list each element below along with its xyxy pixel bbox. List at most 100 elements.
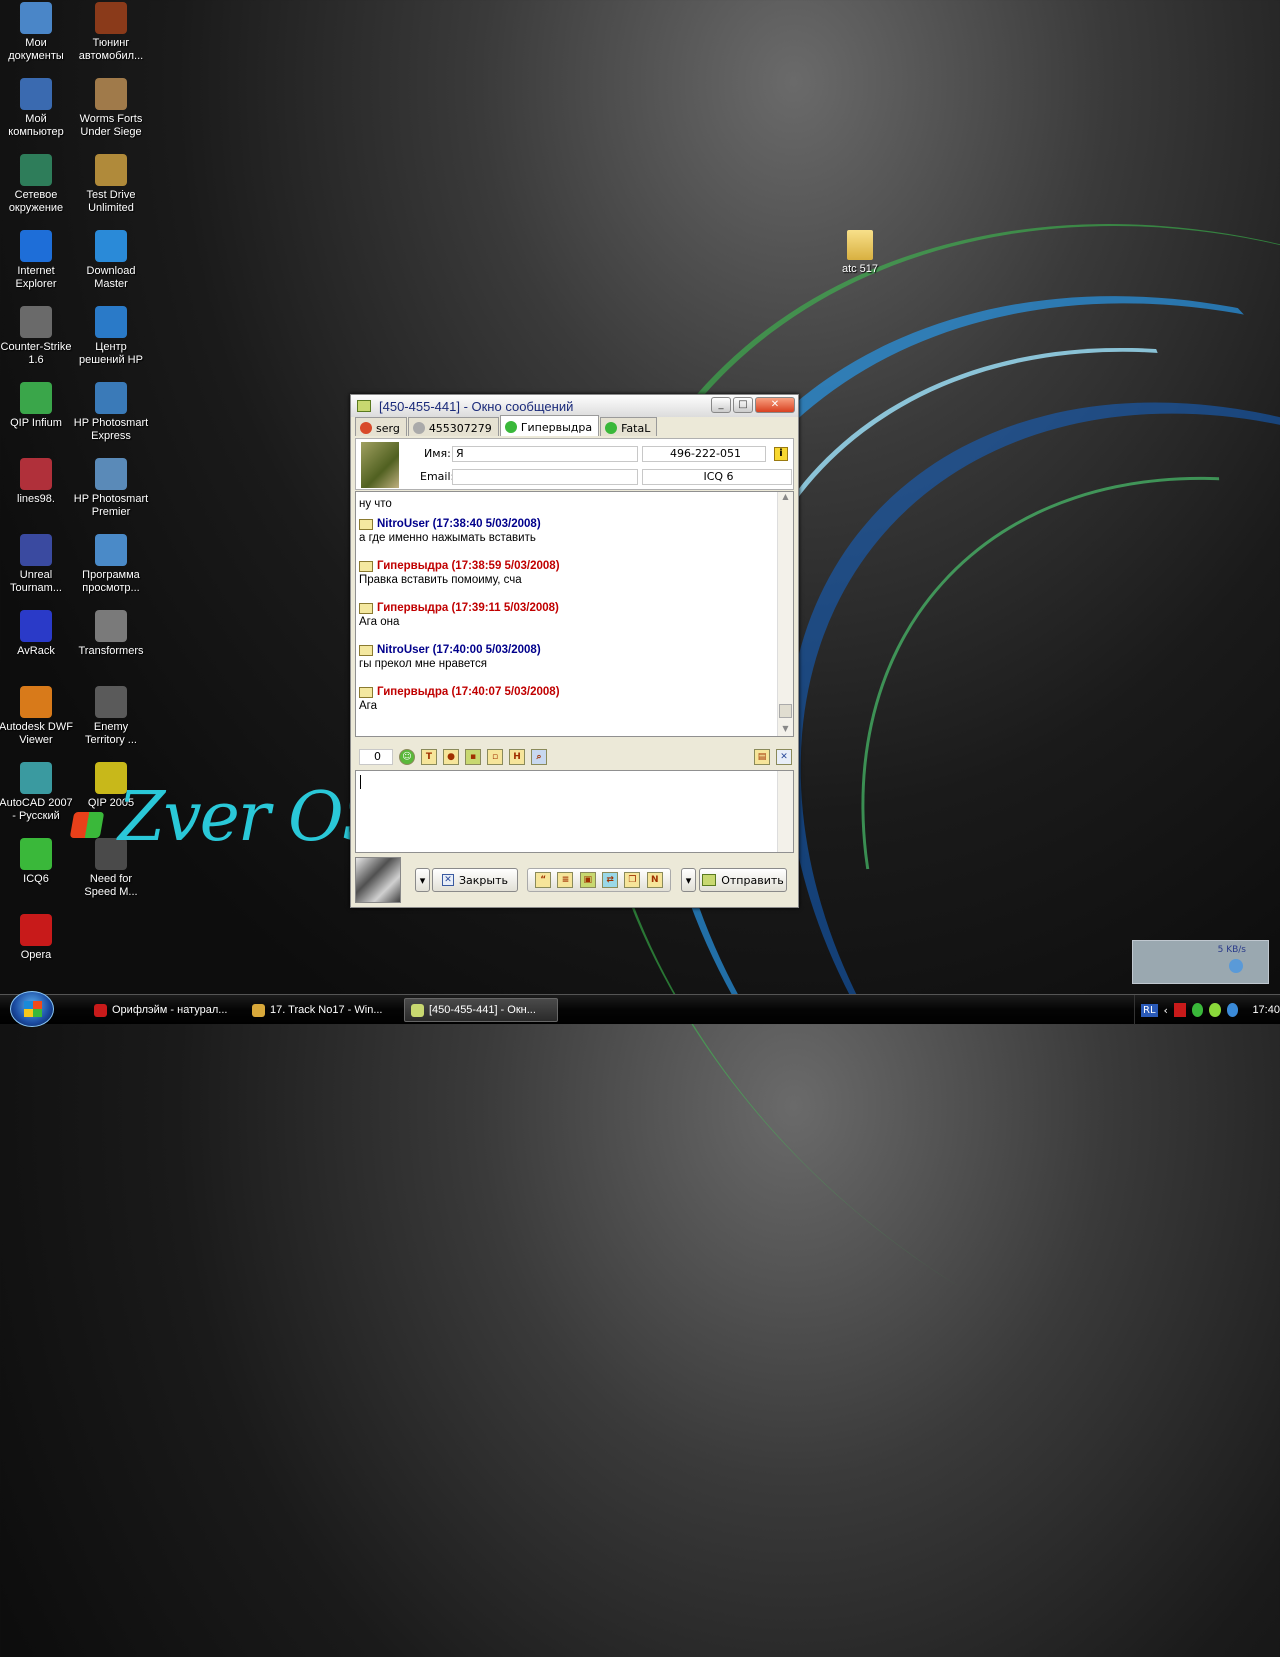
- network-speed-text: 5 KB/s: [1217, 945, 1246, 955]
- tab-contact[interactable]: 455307279: [407, 417, 499, 436]
- desktop-icon[interactable]: QIP Infium: [0, 380, 74, 454]
- tray-expand-icon[interactable]: ‹: [1164, 1004, 1168, 1017]
- desktop-icon[interactable]: Enemy Territory ...: [73, 684, 149, 758]
- desktop-icon[interactable]: Unreal Tournam...: [0, 532, 74, 606]
- chat-scrollbar[interactable]: ▲ ▼: [777, 492, 793, 736]
- desktop-icon[interactable]: Сетевое окружение: [0, 152, 74, 226]
- taskbar-button[interactable]: [450-455-441] - Окн...: [404, 998, 558, 1022]
- desktop-icon-label: Центр решений HP: [79, 341, 143, 366]
- qip-tray-icon[interactable]: [1209, 1003, 1221, 1017]
- desktop-icon[interactable]: Autodesk DWF Viewer: [0, 684, 74, 758]
- icq-icon: [20, 838, 52, 870]
- desktop-icon-label: Autodesk DWF Viewer: [0, 721, 73, 746]
- globe-tray-icon[interactable]: [1226, 1003, 1239, 1017]
- close-window-button[interactable]: ✕: [755, 397, 795, 413]
- list-icon[interactable]: ≡: [557, 872, 574, 888]
- history-icon[interactable]: H: [509, 749, 525, 765]
- close-icon[interactable]: ✕: [776, 749, 792, 765]
- desktop-icon[interactable]: Transformers: [73, 608, 149, 682]
- taskbar-button[interactable]: 17. Track No17 - Win...: [246, 998, 400, 1022]
- clock[interactable]: 17:40: [1252, 1004, 1280, 1016]
- close-button[interactable]: ✕ Закрыть: [432, 868, 518, 892]
- desktop-icon[interactable]: Мои документы: [0, 0, 74, 74]
- message-sender-time: Гипервыдра (17:40:07 5/03/2008): [377, 686, 560, 698]
- smiley-icon[interactable]: ☺: [399, 749, 415, 765]
- tab-contact[interactable]: Гипервыдра: [499, 415, 600, 436]
- client-field: ICQ 6: [642, 469, 792, 485]
- desktop-icon-folder[interactable]: atc 517: [822, 228, 898, 302]
- info-icon[interactable]: i: [774, 447, 788, 461]
- desktop-icon[interactable]: Download Master: [73, 228, 149, 302]
- taskbar-button[interactable]: Орифлэйм - натурал...: [88, 998, 242, 1022]
- desktop-icon[interactable]: Opera: [0, 912, 74, 986]
- desktop-icon[interactable]: Программа просмотр...: [73, 532, 149, 606]
- desktop-icon[interactable]: AvRack: [0, 608, 74, 682]
- desktop-icon[interactable]: HP Photosmart Express: [73, 380, 149, 454]
- desktop-icon-label: atc 517: [841, 263, 879, 275]
- hp-photosmart-express-icon: [95, 382, 127, 414]
- scroll-thumb[interactable]: [779, 704, 792, 718]
- desktop-icon[interactable]: Worms Forts Under Siege: [73, 76, 149, 150]
- copy-icon[interactable]: ❐: [624, 872, 641, 888]
- desktop-icon-label: Counter-Strike 1.6: [0, 341, 72, 366]
- message-text: гы прекол мне нравется: [359, 658, 487, 670]
- viewer-program-icon: [95, 534, 127, 566]
- scroll-down-arrow-icon[interactable]: ▼: [778, 724, 793, 736]
- chat-history[interactable]: ну что NitroUser (17:38:40 5/03/2008) а гд…: [355, 491, 794, 737]
- tab-contact[interactable]: FataL: [600, 417, 658, 436]
- desktop-icon[interactable]: ICQ6: [0, 836, 74, 910]
- windows-flag-icon: [69, 812, 105, 838]
- maximize-button[interactable]: □: [733, 397, 753, 413]
- desktop-icon[interactable]: AutoCAD 2007 - Русский: [0, 760, 74, 834]
- minimize-button[interactable]: _: [711, 397, 731, 413]
- desktop-icon[interactable]: Test Drive Unlimited: [73, 152, 149, 226]
- message-input[interactable]: [355, 770, 794, 853]
- input-scrollbar[interactable]: [777, 771, 793, 852]
- color-icon[interactable]: ●: [443, 749, 459, 765]
- tab-contact[interactable]: serg: [355, 417, 407, 436]
- note-icon[interactable]: ▤: [754, 749, 770, 765]
- message-header: NitroUser (17:38:40 5/03/2008): [359, 518, 541, 530]
- name-field[interactable]: Я: [452, 446, 638, 462]
- translit-icon[interactable]: ⇄: [602, 872, 619, 888]
- desktop-icon-label: HP Photosmart Express: [73, 417, 149, 442]
- chat-message: NitroUser (17:38:40 5/03/2008) а где имен…: [359, 518, 541, 544]
- desktop-icon[interactable]: Центр решений HP: [73, 304, 149, 378]
- scroll-up-arrow-icon[interactable]: ▲: [778, 492, 793, 504]
- email-field[interactable]: [452, 469, 638, 485]
- save-icon[interactable]: ▪: [465, 749, 481, 765]
- desktop-icon-label: Тюнинг автомобил...: [78, 37, 144, 62]
- chat-message: Гипервыдра (17:38:59 5/03/2008) Правка вс…: [359, 560, 560, 586]
- close-dropdown-button[interactable]: ▾: [415, 868, 430, 892]
- desktop-icon[interactable]: Тюнинг автомобил...: [73, 0, 149, 74]
- tab-label: Гипервыдра: [520, 420, 593, 434]
- kaspersky-icon[interactable]: [1173, 1003, 1186, 1017]
- send-icon: [702, 874, 717, 886]
- uin-field[interactable]: 496-222-051: [642, 446, 766, 462]
- notify-icon[interactable]: N: [646, 872, 663, 888]
- desktop-icon[interactable]: Internet Explorer: [0, 228, 74, 302]
- text-format-icon[interactable]: T: [421, 749, 437, 765]
- start-button[interactable]: [10, 991, 54, 1027]
- send-dropdown-button[interactable]: ▾: [681, 868, 696, 892]
- opera-icon: [20, 914, 52, 946]
- desktop-icon[interactable]: Мой компьютер: [0, 76, 74, 150]
- language-indicator[interactable]: RL: [1141, 1003, 1158, 1017]
- desktop-icon-label: Worms Forts Under Siege: [79, 113, 143, 138]
- desktop-icon[interactable]: Counter-Strike 1.6: [0, 304, 74, 378]
- message-text: ну что: [359, 498, 392, 510]
- desktop-icon[interactable]: HP Photosmart Premier: [73, 456, 149, 530]
- desktop-icon-label: Download Master: [86, 265, 136, 290]
- file-icon[interactable]: ▫: [487, 749, 503, 765]
- search-icon[interactable]: ⌕: [531, 749, 547, 765]
- icq-tray-icon[interactable]: [1191, 1003, 1204, 1017]
- status-flower-icon: [360, 422, 372, 434]
- send-button[interactable]: Отправить: [699, 868, 787, 892]
- contact-info-icon[interactable]: ▣: [579, 872, 596, 888]
- desktop-icon-label: Unreal Tournam...: [10, 569, 62, 594]
- desktop-icon[interactable]: lines98.: [0, 456, 74, 530]
- desktop-icon-label: Opera: [20, 949, 52, 961]
- zver-os-watermark: Zver OS: [118, 778, 388, 857]
- taskbar-button-label: 17. Track No17 - Win...: [270, 1004, 383, 1016]
- quote-icon[interactable]: “: [535, 872, 552, 888]
